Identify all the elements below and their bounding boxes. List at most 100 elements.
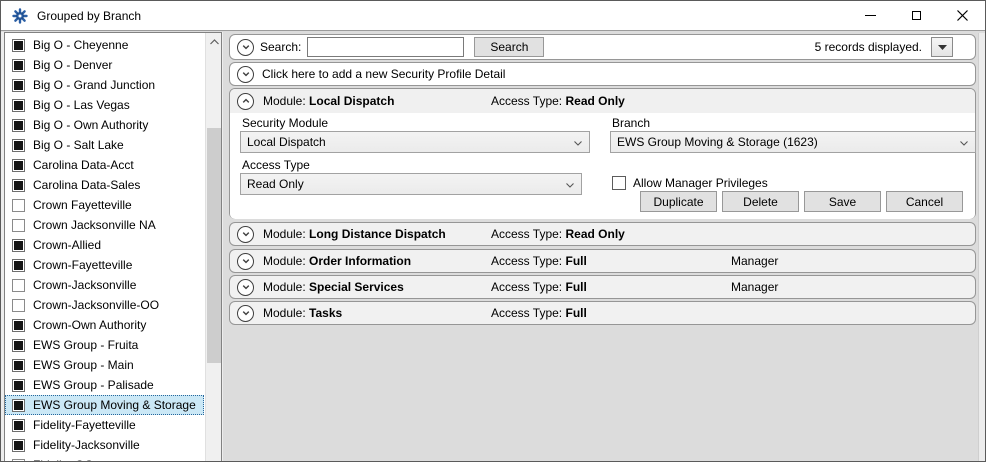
branch-checkbox[interactable] xyxy=(12,418,25,432)
section-header[interactable]: Module: Order Information Access Type: F… xyxy=(230,250,975,272)
branch-list-item[interactable]: Big O - Salt Lake xyxy=(5,135,204,155)
branch-list-item[interactable]: Carolina Data-Acct xyxy=(5,155,204,175)
chevron-down-icon xyxy=(242,45,249,50)
branch-checkbox[interactable] xyxy=(12,278,25,292)
branch-list-item[interactable]: Big O - Denver xyxy=(5,55,204,75)
branch-list-item[interactable]: Crown-Allied xyxy=(5,235,204,255)
branch-checkbox[interactable] xyxy=(12,158,25,172)
branch-checkbox[interactable] xyxy=(12,78,25,92)
cancel-button[interactable]: Cancel xyxy=(886,191,963,212)
branch-checkbox[interactable] xyxy=(12,58,25,72)
branch-checkbox[interactable] xyxy=(12,98,25,112)
branch-checkbox[interactable] xyxy=(12,458,25,461)
search-expander-button[interactable] xyxy=(237,38,254,56)
access-header-text: Access Type: Full xyxy=(491,306,587,320)
collapse-expander-button[interactable] xyxy=(237,92,254,110)
expand-button[interactable] xyxy=(237,278,254,296)
search-input[interactable] xyxy=(307,37,465,57)
add-expander-button[interactable] xyxy=(237,65,254,83)
combo-chevron-icon xyxy=(566,183,574,188)
section-header[interactable]: Module: Special Services Access Type: Fu… xyxy=(230,276,975,298)
branch-checkbox[interactable] xyxy=(12,118,25,132)
scroll-up-icon xyxy=(209,38,219,44)
branch-list-item[interactable]: EWS Group - Main xyxy=(5,355,204,375)
branch-checkbox[interactable] xyxy=(12,398,25,412)
branch-list-item[interactable]: Crown-Own Authority xyxy=(5,315,204,335)
branch-checkbox[interactable] xyxy=(12,238,25,252)
module-header-text: Module: Order Information xyxy=(263,254,412,268)
branch-checkbox[interactable] xyxy=(12,318,25,332)
window-controls xyxy=(847,1,985,30)
branch-list-item[interactable]: EWS Group - Palisade xyxy=(5,375,204,395)
branch-label: EWS Group - Main xyxy=(33,358,134,372)
branch-value: EWS Group Moving & Storage (1623) xyxy=(617,135,818,149)
branch-label: Fidelity-Jacksonville xyxy=(33,438,140,452)
combo-chevron-icon xyxy=(574,141,582,146)
scrollbar-thumb[interactable] xyxy=(207,128,221,363)
records-dropdown-button[interactable] xyxy=(931,37,953,57)
branch-checkbox[interactable] xyxy=(12,258,25,272)
branch-checkbox[interactable] xyxy=(12,438,25,452)
branch-checkbox[interactable] xyxy=(12,218,25,232)
collapsed-section: Module: Special Services Access Type: Fu… xyxy=(229,275,976,299)
duplicate-button[interactable]: Duplicate xyxy=(640,191,717,212)
delete-button[interactable]: Delete xyxy=(722,191,799,212)
expand-button[interactable] xyxy=(237,252,254,270)
branch-checkbox[interactable] xyxy=(12,178,25,192)
branch-list-item[interactable]: Crown Jacksonville NA xyxy=(5,215,204,235)
add-profile-label: Click here to add a new Security Profile… xyxy=(262,67,506,81)
branch-list-item[interactable]: Big O - Grand Junction xyxy=(5,75,204,95)
branch-checkbox[interactable] xyxy=(12,338,25,352)
branch-list-item[interactable]: Crown-Fayetteville xyxy=(5,255,204,275)
branch-list-item[interactable]: Fidelity-Fayetteville xyxy=(5,415,204,435)
records-count-text: 5 records displayed. xyxy=(814,40,922,54)
checkbox-box[interactable] xyxy=(612,176,626,190)
branch-list-item[interactable]: Big O - Cheyenne xyxy=(5,35,204,55)
module-header-text: Module: Tasks xyxy=(263,306,343,320)
minimize-button[interactable] xyxy=(847,1,893,30)
allow-manager-checkbox[interactable]: Allow Manager Privileges xyxy=(612,176,768,190)
access-type-combobox[interactable]: Read Only xyxy=(240,173,582,195)
save-button[interactable]: Save xyxy=(804,191,881,212)
branch-checkbox[interactable] xyxy=(12,358,25,372)
branch-list-item[interactable]: Big O - Own Authority xyxy=(5,115,204,135)
branch-list-item[interactable]: EWS Group Moving & Storage xyxy=(5,395,204,415)
branch-listbox: Big O - Cheyenne Big O - Denver Big O - … xyxy=(4,32,222,461)
scroll-up-button[interactable] xyxy=(206,33,221,50)
branch-checkbox[interactable] xyxy=(12,298,25,312)
branch-list-item[interactable]: Fidelity-Jacksonville xyxy=(5,435,204,455)
chevron-down-icon xyxy=(242,72,249,77)
branch-list-item[interactable]: Crown Fayetteville xyxy=(5,195,204,215)
maximize-button[interactable] xyxy=(893,1,939,30)
expand-button[interactable] xyxy=(237,225,254,243)
branch-list-item[interactable]: Big O - Las Vegas xyxy=(5,95,204,115)
branch-label: EWS Group - Palisade xyxy=(33,378,154,392)
branch-list-item[interactable]: EWS Group - Fruita xyxy=(5,335,204,355)
section-header[interactable]: Module: Local Dispatch Access Type: Read… xyxy=(230,89,975,113)
branch-list: Big O - Cheyenne Big O - Denver Big O - … xyxy=(5,35,204,461)
add-profile-row[interactable]: Click here to add a new Security Profile… xyxy=(229,62,976,86)
main-scrollbar-track[interactable] xyxy=(978,33,985,461)
access-type-label: Access Type xyxy=(242,158,310,172)
search-button[interactable]: Search xyxy=(474,37,545,57)
section-header[interactable]: Module: Long Distance Dispatch Access Ty… xyxy=(230,223,975,245)
branch-label: Crown-Own Authority xyxy=(33,318,147,332)
branch-checkbox[interactable] xyxy=(12,378,25,392)
security-module-value: Local Dispatch xyxy=(247,135,326,149)
close-button[interactable] xyxy=(939,1,985,30)
branch-list-scrollbar[interactable] xyxy=(205,33,221,461)
expand-button[interactable] xyxy=(237,304,254,322)
branch-list-item[interactable]: Fidelity-OO xyxy=(5,455,204,461)
branch-label: Branch xyxy=(612,116,651,130)
security-module-combobox[interactable]: Local Dispatch xyxy=(240,131,590,153)
branch-list-item[interactable]: Crown-Jacksonville xyxy=(5,275,204,295)
branch-list-item[interactable]: Carolina Data-Sales xyxy=(5,175,204,195)
branch-combobox[interactable]: EWS Group Moving & Storage (1623) xyxy=(610,131,976,153)
branch-checkbox[interactable] xyxy=(12,138,25,152)
branch-list-item[interactable]: Crown-Jacksonville-OO xyxy=(5,295,204,315)
section-body: Security Module Local Dispatch Branch EW… xyxy=(230,113,976,219)
security-module-label: Security Module xyxy=(242,116,329,130)
section-header[interactable]: Module: Tasks Access Type: Full xyxy=(230,302,975,324)
branch-checkbox[interactable] xyxy=(12,38,25,52)
branch-checkbox[interactable] xyxy=(12,198,25,212)
